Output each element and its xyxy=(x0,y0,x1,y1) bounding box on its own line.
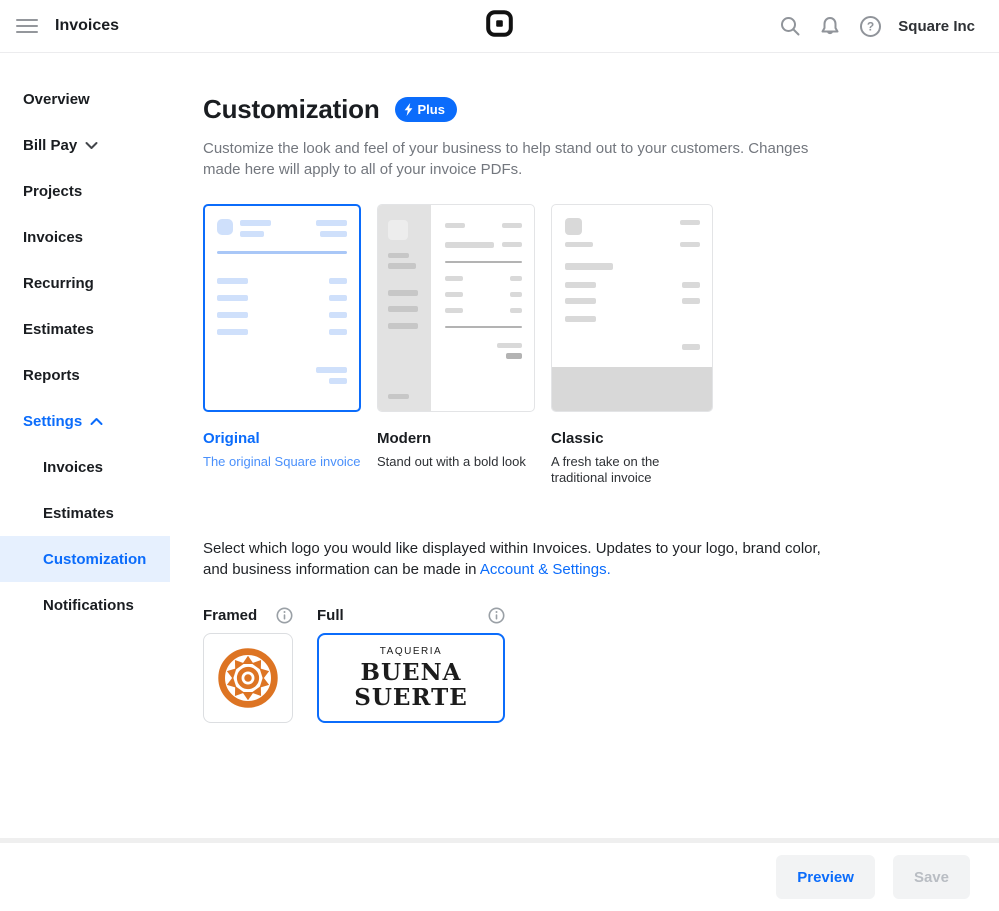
sidebar-item-bill-pay[interactable]: Bill Pay xyxy=(0,122,170,168)
logo-section-text: Select which logo you would like display… xyxy=(203,538,843,580)
sidebar-item-reports[interactable]: Reports xyxy=(0,352,170,398)
lightning-bolt-icon xyxy=(404,103,413,116)
account-name[interactable]: Square Inc xyxy=(898,18,975,35)
full-label: Full xyxy=(317,607,344,624)
framed-logo-card[interactable] xyxy=(203,633,293,723)
template-preview-modern[interactable] xyxy=(377,204,535,412)
sidebar-subitem-estimates[interactable]: Estimates xyxy=(0,490,170,536)
svg-text:?: ? xyxy=(867,19,874,33)
template-name-classic: Classic xyxy=(551,430,713,447)
page-title: Invoices xyxy=(55,17,119,35)
template-option-classic: Classic A fresh take on the traditional … xyxy=(551,204,713,486)
plus-badge[interactable]: Plus xyxy=(395,97,457,122)
logo-option-framed: Framed xyxy=(203,607,293,723)
framed-label: Framed xyxy=(203,607,257,624)
sidebar-subitem-invoices[interactable]: Invoices xyxy=(0,444,170,490)
template-desc-classic: A fresh take on the traditional invoice xyxy=(551,454,713,486)
sidebar-item-projects[interactable]: Projects xyxy=(0,168,170,214)
sun-logo-icon xyxy=(217,647,279,709)
full-info-icon[interactable] xyxy=(488,607,505,624)
sidebar: Overview Bill Pay Projects Invoices Recu… xyxy=(0,53,170,911)
intro-text: Customize the look and feel of your busi… xyxy=(203,138,835,180)
template-options: Original The original Square invoice xyxy=(203,204,999,486)
sidebar-subitem-notifications[interactable]: Notifications xyxy=(0,582,170,628)
square-logo-icon[interactable] xyxy=(486,10,513,42)
search-icon[interactable] xyxy=(778,14,802,38)
action-bar: Preview Save xyxy=(0,838,999,911)
help-icon[interactable]: ? xyxy=(858,14,882,38)
sidebar-item-recurring[interactable]: Recurring xyxy=(0,260,170,306)
template-preview-original[interactable] xyxy=(203,204,361,412)
template-desc-modern: Stand out with a bold look xyxy=(377,454,535,470)
save-button[interactable]: Save xyxy=(893,855,970,899)
template-option-modern: Modern Stand out with a bold look xyxy=(377,204,535,486)
chevron-down-icon xyxy=(85,141,98,150)
top-bar: Invoices ? Square Inc xyxy=(0,0,999,53)
template-name-original: Original xyxy=(203,430,361,447)
full-logo-card[interactable]: TAQUERIA BUENA SUERTE xyxy=(317,633,505,723)
sidebar-item-invoices[interactable]: Invoices xyxy=(0,214,170,260)
notifications-bell-icon[interactable] xyxy=(818,14,842,38)
sidebar-item-estimates[interactable]: Estimates xyxy=(0,306,170,352)
logo-options: Framed xyxy=(203,607,999,723)
account-settings-link[interactable]: Account & Settings. xyxy=(480,561,611,578)
template-name-modern: Modern xyxy=(377,430,535,447)
sidebar-item-overview[interactable]: Overview xyxy=(0,76,170,122)
page-heading: Customization xyxy=(203,94,380,125)
sidebar-subitem-customization[interactable]: Customization xyxy=(0,536,170,582)
preview-button[interactable]: Preview xyxy=(776,855,875,899)
logo-option-full: Full TAQUERIA BUENA SUERTE xyxy=(317,607,505,723)
logo-business-name: BUENA SUERTE xyxy=(354,660,468,710)
logo-business-type: TAQUERIA xyxy=(380,646,442,657)
sidebar-item-settings[interactable]: Settings xyxy=(0,398,170,444)
main-content: Customization Plus Customize the look an… xyxy=(170,53,999,838)
framed-info-icon[interactable] xyxy=(276,607,293,624)
chevron-up-icon xyxy=(90,417,103,426)
template-preview-classic[interactable] xyxy=(551,204,713,412)
template-desc-original: The original Square invoice xyxy=(203,454,361,470)
hamburger-menu-icon[interactable] xyxy=(16,19,38,33)
template-option-original: Original The original Square invoice xyxy=(203,204,361,486)
